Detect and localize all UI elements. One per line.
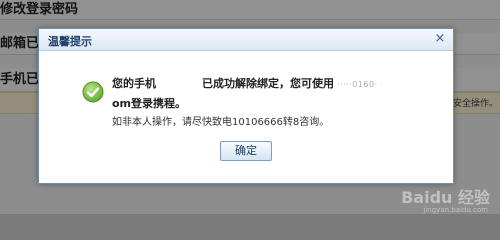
message-line-2: om登录携程。 [112, 97, 187, 110]
dialog-title: 温馨提示 [48, 35, 92, 48]
success-check-icon [82, 81, 104, 103]
message-line-3: 如非本人操作，请尽快致电10106666转8咨询。 [112, 117, 330, 128]
close-icon[interactable]: × [433, 32, 447, 46]
dialog-header: 温馨提示 × [39, 29, 453, 51]
ok-button[interactable]: 确定 [220, 141, 272, 161]
message-phone-prefix: 您的手机 [112, 77, 156, 90]
message-unbind-text: 已成功解除绑定，您可使用 [202, 77, 334, 90]
message-line-1: 您的手机 已成功解除绑定，您可使用 ·····0160· · [112, 75, 384, 91]
watermark-logo: Baidu 经验 [401, 188, 490, 207]
masked-email-text: ·····0160· · [337, 79, 384, 89]
watermark-url: jingyan.baidu.com [423, 206, 488, 214]
alert-dialog: 温馨提示 × 您的手机 已成功解除绑定，您可使用 ·····0160· · om登录… [38, 28, 454, 184]
